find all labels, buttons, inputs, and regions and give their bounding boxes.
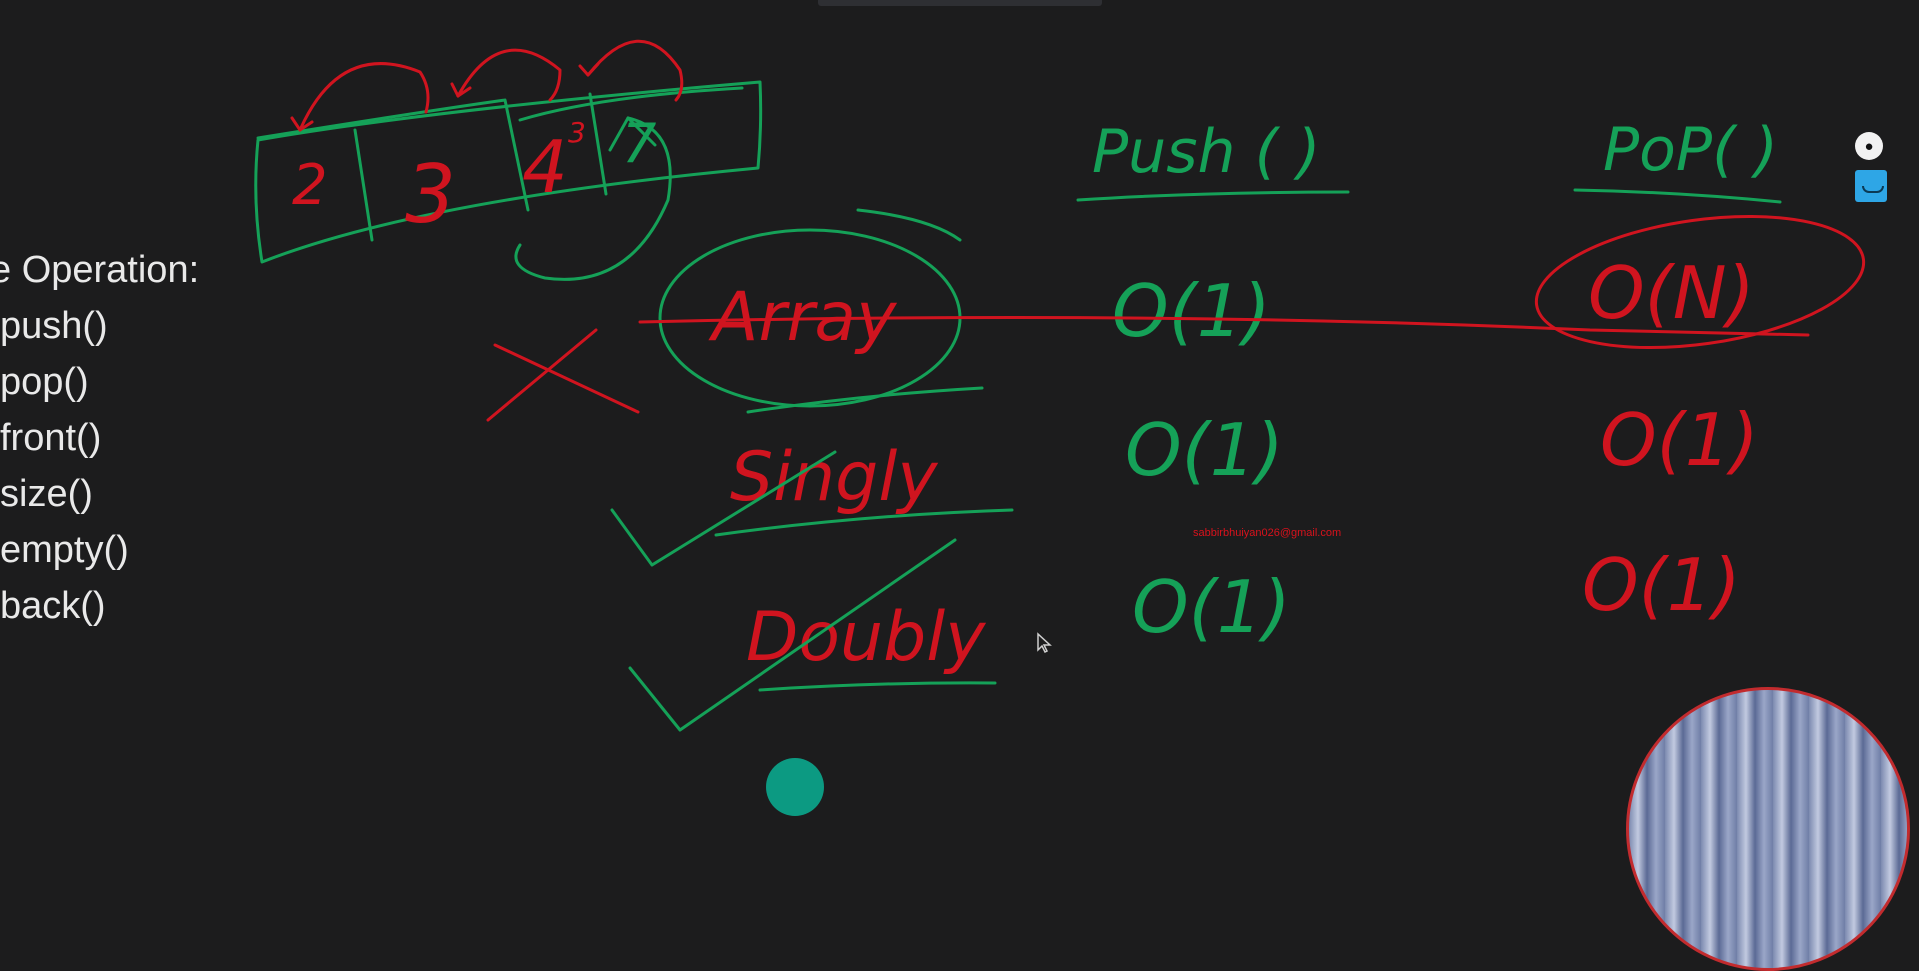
column-header-push: Push ( ) bbox=[1092, 117, 1320, 187]
array-push-complexity: O(1) bbox=[1112, 269, 1271, 353]
webcam-overlay bbox=[1626, 687, 1910, 971]
box-value-2: 4 bbox=[522, 125, 568, 209]
queue-boxes-sketch: 2 3 4 3 7 bbox=[254, 39, 763, 281]
push-underline bbox=[1076, 190, 1350, 202]
row-label-doubly: Doubly bbox=[746, 598, 986, 677]
array-circle-tail bbox=[856, 208, 962, 242]
pop-underline bbox=[1573, 188, 1782, 204]
doubly-push-complexity: O(1) bbox=[1132, 565, 1291, 649]
whiteboard-canvas[interactable]: 2 3 4 3 7 Push ( ) PoP( ) Array O(1) O(N… bbox=[0, 0, 1919, 777]
watermark-email: sabbirbhuiyan026@gmail.com bbox=[1193, 527, 1342, 539]
cross-mark bbox=[486, 328, 640, 422]
column-header-pop: PoP( ) bbox=[1603, 115, 1778, 185]
pen-icon[interactable]: ● bbox=[1855, 132, 1883, 160]
recording-indicator[interactable] bbox=[766, 758, 824, 816]
box-value-0: 2 bbox=[292, 153, 328, 218]
row-label-singly: Singly bbox=[730, 438, 938, 517]
doubly-underline bbox=[758, 681, 997, 692]
mouse-cursor-icon bbox=[1037, 632, 1052, 654]
box-value-1: 3 bbox=[405, 148, 456, 241]
whiteboard-icon[interactable] bbox=[1855, 170, 1887, 202]
doubly-pop-complexity: O(1) bbox=[1582, 543, 1741, 627]
array-pop-complexity: O(N) bbox=[1588, 251, 1755, 335]
singly-pop-complexity: O(1) bbox=[1600, 398, 1759, 482]
box-superscript: 3 bbox=[568, 116, 586, 149]
box-value-3: 7 bbox=[622, 112, 656, 175]
singly-push-complexity: O(1) bbox=[1125, 408, 1284, 492]
